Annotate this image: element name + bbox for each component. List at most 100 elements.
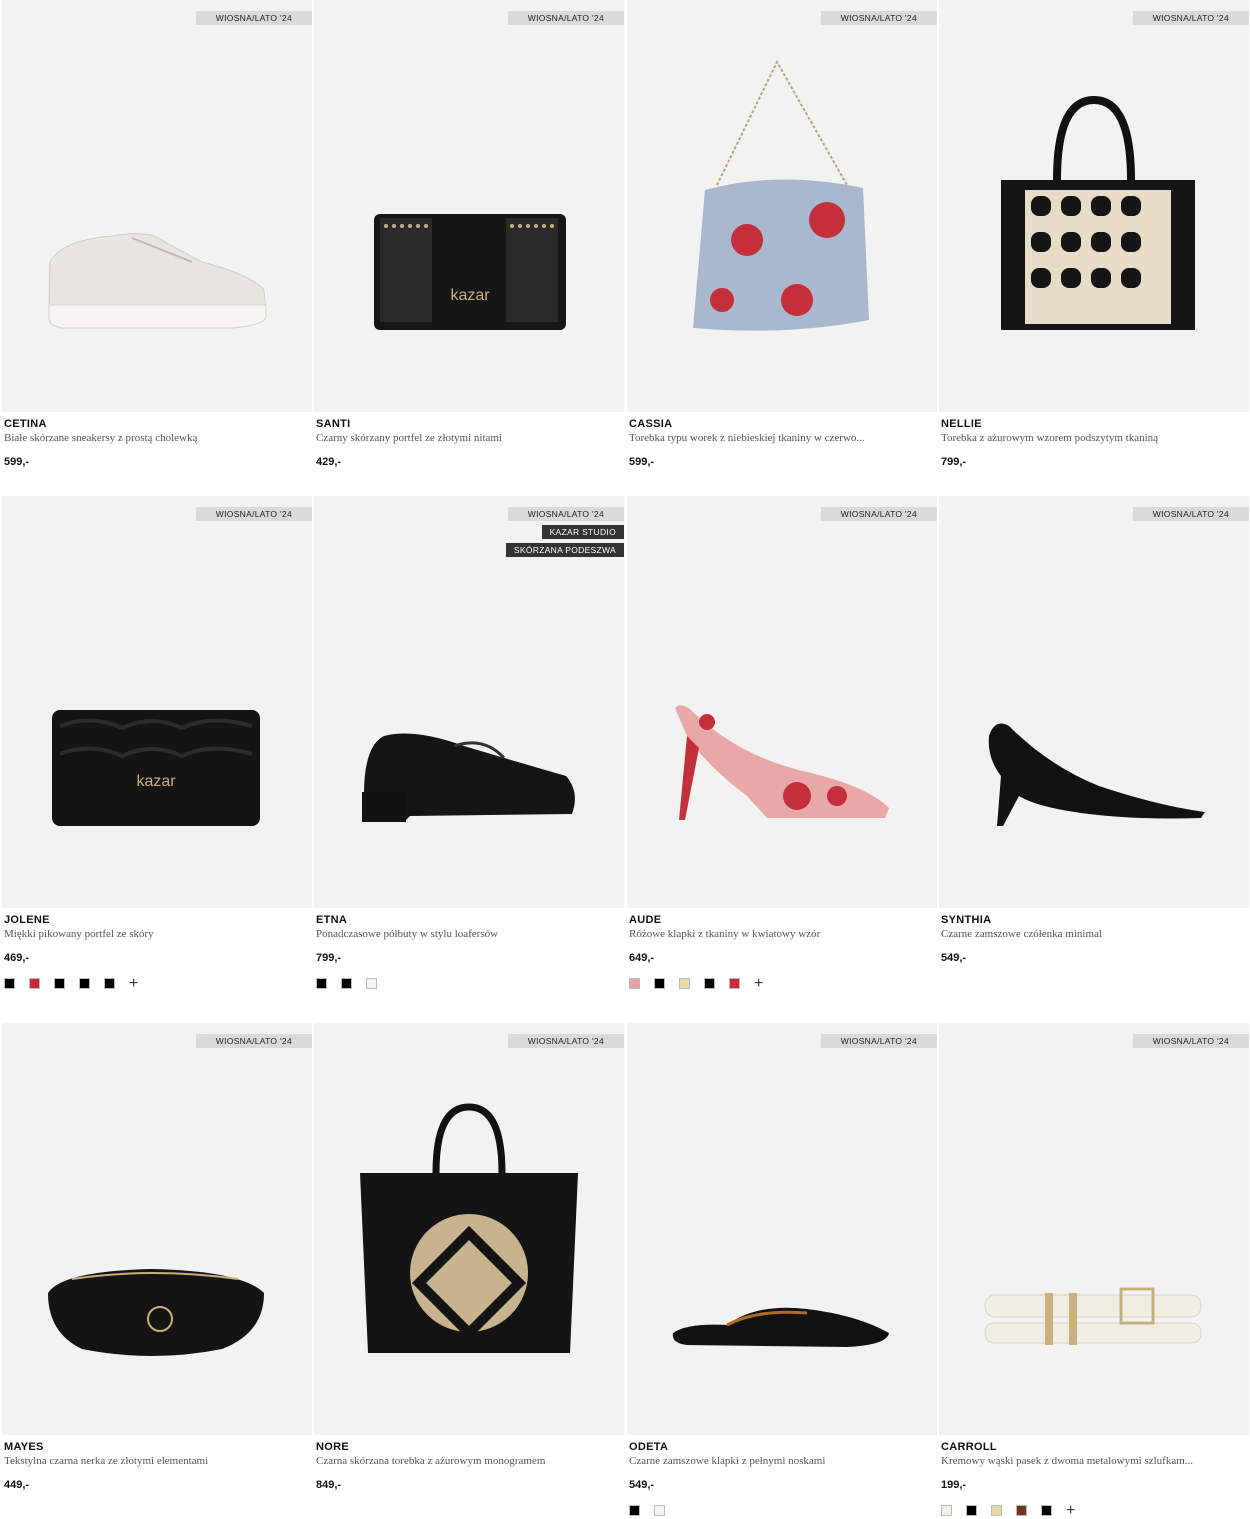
- product-name[interactable]: JOLENE: [2, 914, 312, 926]
- product-image[interactable]: WIOSNA/LATO '24: [939, 1023, 1249, 1435]
- color-swatch[interactable]: [54, 977, 65, 989]
- bucket-bag-image: [693, 59, 869, 331]
- kazar-logo: kazar: [136, 773, 176, 790]
- product-image[interactable]: WIOSNA/LATO '24 kazar: [314, 0, 624, 412]
- product-price: 549,-: [941, 952, 967, 964]
- product-price: 849,-: [316, 1479, 342, 1491]
- pump-image: [988, 723, 1205, 826]
- product-image[interactable]: WIOSNA/LATO '24: [627, 496, 937, 908]
- product-image[interactable]: WIOSNA/LATO '24: [627, 1023, 937, 1435]
- product-name[interactable]: NELLIE: [939, 418, 1249, 430]
- quilted-wallet-image: kazar: [52, 710, 260, 826]
- product-description[interactable]: Czarne zamszowe klapki z pełnymi noskami: [627, 1455, 929, 1467]
- product-card-mayes[interactable]: WIOSNA/LATO '24 MAYES Tekstylna czarna n…: [2, 1023, 312, 1491]
- product-name[interactable]: SYNTHIA: [939, 914, 1249, 926]
- product-name[interactable]: ETNA: [314, 914, 624, 926]
- color-swatch[interactable]: [679, 977, 690, 989]
- product-name[interactable]: ODETA: [627, 1441, 937, 1453]
- product-image[interactable]: WIOSNA/LATO '24: [939, 0, 1249, 412]
- product-name[interactable]: CETINA: [2, 418, 312, 430]
- product-description[interactable]: Czarna skórzana torebka z ażurowym monog…: [314, 1455, 616, 1467]
- product-description[interactable]: Tekstylna czarna nerka ze złotymi elemen…: [2, 1455, 304, 1467]
- product-name[interactable]: CASSIA: [627, 418, 937, 430]
- product-description[interactable]: Miękki pikowany portfel ze skóry: [2, 928, 304, 940]
- product-card-odeta[interactable]: WIOSNA/LATO '24 ODETA Czarne zamszowe kl…: [627, 1023, 937, 1516]
- product-card-aude[interactable]: WIOSNA/LATO '24 AUDE Różowe klapki z tka…: [627, 496, 937, 991]
- color-swatch[interactable]: [729, 977, 740, 989]
- product-price: 599,-: [4, 456, 30, 468]
- product-image[interactable]: WIOSNA/LATO '24: [2, 0, 312, 412]
- color-swatch[interactable]: [654, 977, 665, 989]
- color-swatches: [627, 1504, 937, 1516]
- product-image[interactable]: WIOSNA/LATO '24: [2, 1023, 312, 1435]
- product-name[interactable]: MAYES: [2, 1441, 312, 1453]
- more-colors-plus-icon[interactable]: +: [754, 975, 763, 991]
- belt-image: [984, 1287, 1202, 1345]
- color-swatches: [314, 977, 624, 989]
- product-description[interactable]: Torebka z ażurowym wzorem podszytym tkan…: [939, 432, 1241, 444]
- product-card-nellie[interactable]: WIOSNA/LATO '24 NELLIE Torebka z ażurowy…: [939, 0, 1249, 468]
- color-swatch[interactable]: [79, 977, 90, 989]
- product-card-cassia[interactable]: WIOSNA/LATO '24 CASSIA Torebka typu wore…: [627, 0, 937, 468]
- product-price: 549,-: [629, 1479, 655, 1491]
- product-description[interactable]: Czarny skórzany portfel ze złotymi nitam…: [314, 432, 616, 444]
- color-swatch[interactable]: [991, 1504, 1002, 1516]
- product-price: 429,-: [316, 456, 342, 468]
- product-price: 449,-: [4, 1479, 30, 1491]
- monogram-tote-image: [360, 1103, 578, 1353]
- color-swatch[interactable]: [654, 1504, 665, 1516]
- color-swatch[interactable]: [1016, 1504, 1027, 1516]
- kazar-logo: kazar: [450, 287, 490, 304]
- product-image[interactable]: WIOSNA/LATO '24 kazar: [2, 496, 312, 908]
- more-colors-plus-icon[interactable]: +: [129, 975, 138, 991]
- wallet-image: kazar: [374, 214, 566, 330]
- product-description[interactable]: Ponadczasowe półbuty w stylu loafersów: [314, 928, 616, 940]
- product-price: 649,-: [629, 952, 655, 964]
- belt-bag-image: [48, 1269, 264, 1356]
- product-card-etna[interactable]: WIOSNA/LATO '24 KAZAR STUDIO SKÓRZANA PO…: [314, 496, 624, 989]
- color-swatch[interactable]: [966, 1504, 977, 1516]
- product-price: 799,-: [316, 952, 342, 964]
- product-image[interactable]: WIOSNA/LATO '24 KAZAR STUDIO SKÓRZANA PO…: [314, 496, 624, 908]
- product-image[interactable]: WIOSNA/LATO '24: [314, 1023, 624, 1435]
- product-name[interactable]: NORE: [314, 1441, 624, 1453]
- color-swatch[interactable]: [29, 977, 40, 989]
- product-card-santi[interactable]: WIOSNA/LATO '24 kazar SANTI Czarny skórz…: [314, 0, 624, 468]
- product-price: 599,-: [629, 456, 655, 468]
- loafer-image: [362, 733, 575, 822]
- product-card-carroll[interactable]: WIOSNA/LATO '24 CARROLL Kremowy wąski pa…: [939, 1023, 1249, 1518]
- color-swatches: +: [939, 1502, 1249, 1518]
- product-name[interactable]: AUDE: [627, 914, 937, 926]
- color-swatch[interactable]: [316, 977, 327, 989]
- product-card-synthia[interactable]: WIOSNA/LATO '24 SYNTHIA Czarne zamszowe …: [939, 496, 1249, 964]
- color-swatch[interactable]: [629, 1504, 640, 1516]
- product-description[interactable]: Kremowy wąski pasek z dwoma metalowymi s…: [939, 1455, 1241, 1467]
- product-description[interactable]: Różowe klapki z tkaniny w kwiatowy wzór: [627, 928, 929, 940]
- product-price: 199,-: [941, 1479, 967, 1491]
- sneaker-image: [48, 233, 267, 329]
- mule-sandal-image: [675, 705, 889, 820]
- product-name[interactable]: SANTI: [314, 418, 624, 430]
- flat-mule-image: [672, 1307, 889, 1347]
- product-card-nore[interactable]: WIOSNA/LATO '24 NORE Czarna skórzana tor…: [314, 1023, 624, 1491]
- product-description[interactable]: Białe skórzane sneakersy z prostą cholew…: [2, 432, 304, 444]
- color-swatch[interactable]: [629, 977, 640, 989]
- color-swatches: +: [627, 975, 937, 991]
- product-description[interactable]: Torebka typu worek z niebieskiej tkaniny…: [627, 432, 929, 444]
- product-card-jolene[interactable]: WIOSNA/LATO '24 kazar JOLENE Miękki piko…: [2, 496, 312, 991]
- more-colors-plus-icon[interactable]: +: [1066, 1502, 1075, 1518]
- color-swatch[interactable]: [366, 977, 377, 989]
- product-price: 799,-: [941, 456, 967, 468]
- product-name[interactable]: CARROLL: [939, 1441, 1249, 1453]
- product-image[interactable]: WIOSNA/LATO '24: [627, 0, 937, 412]
- color-swatch[interactable]: [341, 977, 352, 989]
- color-swatch[interactable]: [1041, 1504, 1052, 1516]
- color-swatch[interactable]: [704, 977, 715, 989]
- color-swatch[interactable]: [104, 977, 115, 989]
- color-swatch[interactable]: [941, 1504, 952, 1516]
- product-image[interactable]: WIOSNA/LATO '24: [939, 496, 1249, 908]
- product-description[interactable]: Czarne zamszowe czółenka minimal: [939, 928, 1241, 940]
- color-swatch[interactable]: [4, 977, 15, 989]
- tote-bag-image: [1001, 95, 1195, 330]
- product-card-cetina[interactable]: WIOSNA/LATO '24 CETINA Białe skórzane sn…: [2, 0, 312, 468]
